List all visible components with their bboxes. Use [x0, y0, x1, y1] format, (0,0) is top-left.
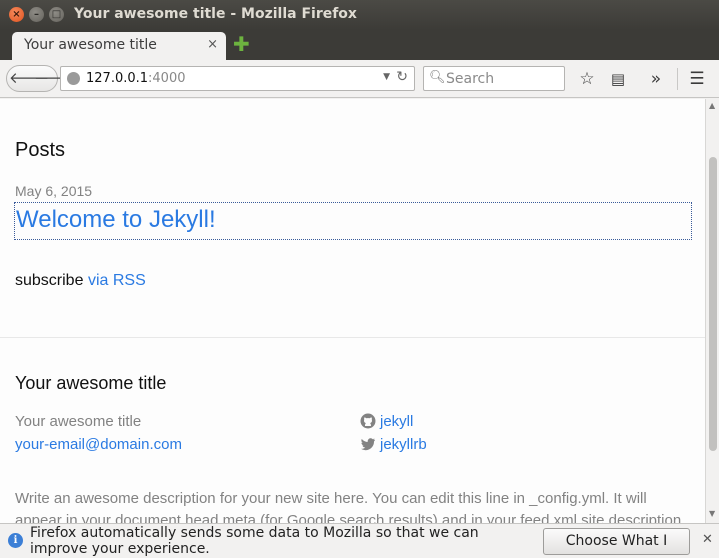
tab-active[interactable]: Your awesome title × — [12, 32, 226, 60]
url-dropdown-icon[interactable]: ▼ — [383, 72, 390, 82]
window-title: Your awesome title - Mozilla Firefox — [74, 6, 357, 22]
forward-button[interactable]: 🡒 — [34, 67, 74, 90]
subscribe-line: subscribe via RSS — [15, 272, 146, 290]
twitter-icon — [361, 438, 375, 451]
notification-bar: i Firefox automatically sends some data … — [0, 523, 719, 558]
footer-description: Write an awesome description for your ne… — [15, 490, 686, 523]
bookmark-star-icon[interactable]: ☆ — [577, 68, 597, 90]
window-close-button[interactable]: × — [9, 7, 24, 22]
notification-close-icon[interactable]: ✕ — [702, 532, 713, 547]
back-forward-group: 🡐 🡒 — [6, 65, 74, 92]
url-bar[interactable]: 127.0.0.1:4000 ▼ ↻ — [60, 66, 415, 91]
hamburger-menu-icon[interactable]: ☰ — [687, 68, 707, 90]
url-text[interactable]: 127.0.0.1:4000 — [86, 71, 186, 86]
notification-text: Firefox automatically sends some data to… — [30, 525, 479, 557]
tab-label: Your awesome title — [24, 37, 157, 53]
search-input[interactable]: 🔍︎ Search — [423, 66, 565, 91]
page-content: Posts May 6, 2015 Welcome to Jekyll! sub… — [0, 99, 705, 523]
post-title-link[interactable]: Welcome to Jekyll! — [16, 206, 216, 234]
scroll-down-arrow-icon[interactable]: ▼ — [709, 509, 715, 518]
choose-what-i-share-button[interactable]: Choose What I Share — [543, 528, 690, 555]
info-icon: i — [8, 533, 23, 548]
toolbar-separator — [677, 68, 678, 90]
post-focus-outline: Welcome to Jekyll! — [14, 202, 692, 240]
new-tab-button[interactable]: ✚ — [233, 34, 250, 54]
search-icon: 🔍︎ — [429, 70, 446, 85]
overflow-chevron-icon[interactable]: » — [646, 68, 666, 90]
twitter-link[interactable]: jekyllrb — [360, 436, 427, 453]
window-titlebar: × – □ Your awesome title - Mozilla Firef… — [0, 0, 719, 30]
rss-link[interactable]: via RSS — [88, 272, 146, 289]
reload-icon[interactable]: ↻ — [396, 69, 408, 85]
subscribe-label: subscribe — [15, 272, 84, 289]
tab-close-icon[interactable]: × — [207, 37, 218, 52]
scrollbar-thumb[interactable] — [709, 157, 717, 451]
window-maximize-button[interactable]: □ — [49, 7, 64, 22]
posts-heading: Posts — [15, 139, 66, 161]
search-placeholder: Search — [446, 71, 495, 87]
github-username: jekyll — [380, 413, 414, 430]
footer-divider — [0, 337, 705, 338]
twitter-username: jekyllrb — [380, 436, 427, 453]
footer-site-name: Your awesome title — [15, 413, 142, 430]
tab-strip: Your awesome title × ✚ — [0, 30, 719, 60]
github-link[interactable]: jekyll — [360, 413, 413, 430]
navigation-toolbar: 🡐 🡒 127.0.0.1:4000 ▼ ↻ 🔍︎ Search ☆ ▤ » ☰ — [0, 60, 719, 98]
window-minimize-button[interactable]: – — [29, 7, 44, 22]
scroll-up-arrow-icon[interactable]: ▲ — [709, 101, 715, 110]
back-button[interactable]: 🡐 — [9, 67, 49, 90]
reading-list-icon[interactable]: ▤ — [608, 68, 628, 90]
github-icon — [360, 413, 376, 429]
post-date: May 6, 2015 — [15, 183, 93, 199]
footer-title: Your awesome title — [15, 373, 167, 393]
footer-email-link[interactable]: your-email@domain.com — [15, 436, 182, 453]
vertical-scrollbar[interactable]: ▲ ▼ — [705, 99, 719, 523]
globe-icon — [67, 72, 80, 85]
